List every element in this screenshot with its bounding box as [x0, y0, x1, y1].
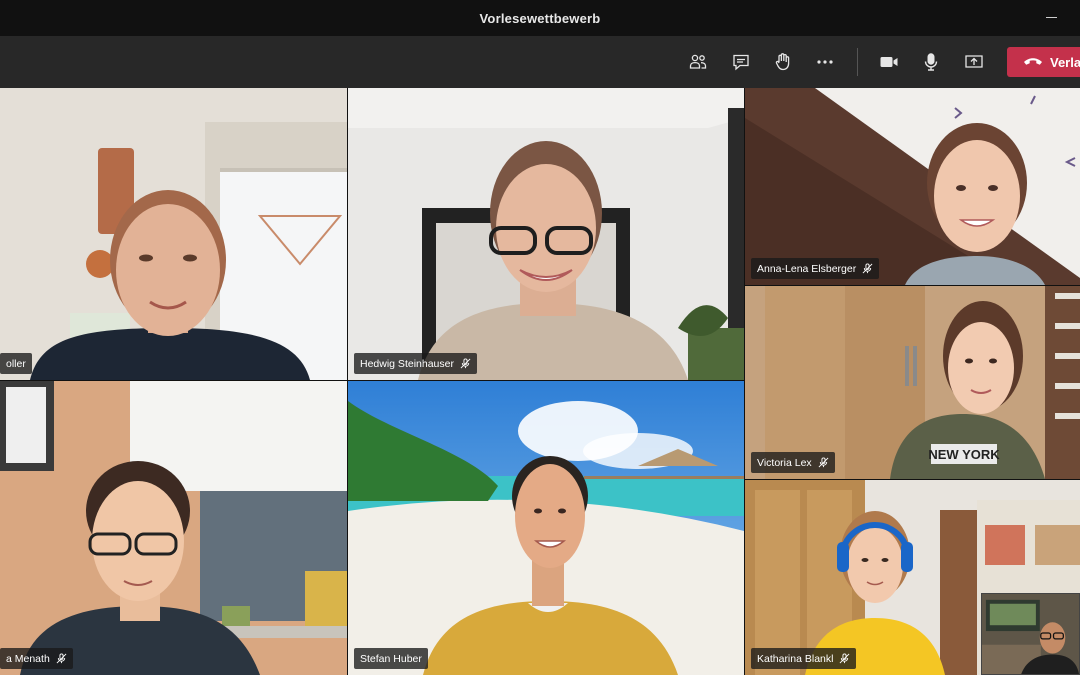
- participant-name: Anna-Lena Elsberger: [757, 262, 857, 275]
- participant-name-tag: Stefan Huber: [354, 648, 428, 669]
- participant-name: oller: [6, 357, 26, 370]
- participant-video: [745, 88, 1080, 285]
- mic-muted-icon: [862, 263, 873, 274]
- leave-button[interactable]: Verla: [1007, 47, 1080, 77]
- participant-video: [0, 381, 347, 675]
- video-tile[interactable]: a Menath: [0, 381, 347, 675]
- participant-name: Katharina Blankl: [757, 652, 834, 665]
- mic-muted-icon: [840, 653, 850, 664]
- meeting-toolbar: Verla: [0, 36, 1080, 88]
- raise-hand-icon: [775, 53, 790, 71]
- phone-hangup-icon: [1024, 58, 1042, 65]
- title-bar: Vorlesewettbewerb: [0, 0, 1080, 37]
- participant-video: [348, 88, 744, 380]
- microphone-button[interactable]: [917, 48, 945, 76]
- participant-name-tag: Hedwig Steinhauser: [354, 353, 477, 374]
- mic-muted-icon: [56, 653, 67, 664]
- chat-button[interactable]: [727, 48, 755, 76]
- participant-video: [0, 88, 347, 380]
- share-screen-icon: [965, 55, 983, 68]
- video-tile[interactable]: NEW YORK Victoria Lex: [745, 286, 1080, 479]
- toolbar-divider: [857, 48, 858, 76]
- video-tile[interactable]: Anna-Lena Elsberger: [745, 88, 1080, 285]
- video-grid: oller Hedwig Steinhauser Anna-Lena Elsbe…: [0, 88, 1080, 675]
- self-video: [982, 594, 1079, 674]
- leave-label: Verla: [1050, 54, 1080, 70]
- self-view-preview[interactable]: [981, 593, 1080, 675]
- video-tile[interactable]: Hedwig Steinhauser: [348, 88, 744, 380]
- chat-icon: [733, 54, 749, 71]
- participant-name: a Menath: [6, 652, 50, 665]
- more-options-button[interactable]: [811, 48, 839, 76]
- participant-video: [348, 381, 744, 675]
- participant-name-tag: oller: [0, 353, 32, 374]
- share-screen-button[interactable]: [960, 48, 988, 76]
- participant-video: NEW YORK: [745, 286, 1080, 479]
- participant-name: Victoria Lex: [757, 456, 812, 469]
- microphone-icon: [924, 53, 938, 71]
- window-title: Vorlesewettbewerb: [479, 10, 601, 26]
- participant-name-tag: a Menath: [0, 648, 73, 669]
- video-tile[interactable]: oller: [0, 88, 347, 380]
- mic-muted-icon: [460, 358, 471, 369]
- camera-button[interactable]: [875, 48, 903, 76]
- camera-icon: [880, 57, 898, 67]
- participant-name-tag: Victoria Lex: [751, 452, 835, 473]
- mic-muted-icon: [818, 457, 829, 468]
- participant-name: Hedwig Steinhauser: [360, 357, 454, 370]
- participant-name-tag: Anna-Lena Elsberger: [751, 258, 880, 279]
- participants-button[interactable]: [684, 48, 712, 76]
- participants-icon: [689, 54, 707, 69]
- participant-name: Stefan Huber: [360, 652, 422, 665]
- video-tile[interactable]: Stefan Huber: [348, 381, 744, 675]
- more-options-icon: [817, 60, 833, 64]
- raise-hand-button[interactable]: [769, 48, 797, 76]
- participant-name-tag: Katharina Blankl: [751, 648, 857, 669]
- minimize-button[interactable]: [1044, 9, 1060, 25]
- shirt-print: NEW YORK: [928, 447, 1000, 462]
